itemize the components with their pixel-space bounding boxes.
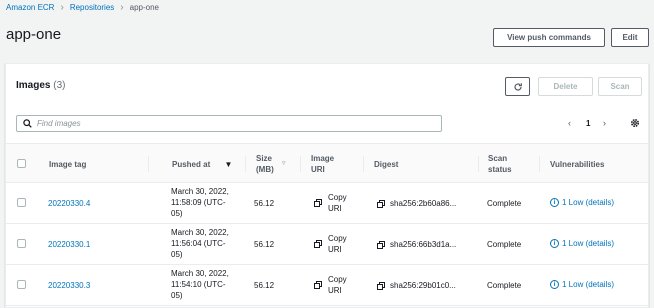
column-scan-status[interactable]: Scan status [488,153,518,175]
breadcrumb-amazon-ecr[interactable]: Amazon ECR [6,2,54,14]
images-count: (3) [53,80,66,91]
table-header: Image tag Pushed at ▼ Size (MB) ▿ Image … [6,143,648,183]
chevron-right-icon: › [120,2,124,13]
copy-uri-button[interactable]: Copy URI [314,233,354,255]
row-checkbox[interactable] [17,239,26,248]
digest[interactable]: sha256:66b3d1a... [377,239,456,250]
images-heading: Images (3) [16,80,65,91]
table-row: 20220330.1 March 30, 2022, 11:56:04 (UTC… [6,224,648,265]
edit-button[interactable]: Edit [611,28,649,47]
images-panel: Images (3) Delete Scan ‹ 1 › Image tag P… [5,63,649,308]
breadcrumb-repositories[interactable]: Repositories [70,2,114,14]
copy-uri-label: Copy URI [328,275,347,295]
column-image-uri[interactable]: Image URI [311,153,339,175]
search-icon [23,119,32,128]
copy-icon [377,199,385,208]
copy-uri-label: Copy URI [328,193,347,213]
scan-status: Complete [487,199,522,208]
image-tag-link[interactable]: 20220330.3 [48,280,90,291]
info-icon: i [550,239,559,248]
chevron-left-icon[interactable]: ‹ [568,118,571,128]
info-icon: i [550,280,559,289]
copy-icon [314,281,322,289]
pushed-at: March 30, 2022, 11:58:09 (UTC-05) [171,187,229,218]
column-digest[interactable]: Digest [374,159,398,170]
size: 56.12 [254,199,275,208]
digest-value: sha256:2b60a86... [390,199,457,208]
column-pushed-at[interactable]: Pushed at ▼ [172,159,232,170]
refresh-button[interactable] [505,77,530,96]
caret-down-icon: ▼ [224,160,233,169]
scan-button[interactable]: Scan [598,77,642,96]
vulnerabilities-label: 1 Low (details) [562,198,615,207]
vulnerabilities-link[interactable]: i 1 Low (details) [550,238,614,249]
column-vulnerabilities[interactable]: Vulnerabilities [550,159,604,170]
table-row: 20220330.3 March 30, 2022, 11:54:10 (UTC… [6,265,648,306]
copy-icon [314,199,322,207]
pushed-at: March 30, 2022, 11:56:04 (UTC-05) [171,228,229,259]
scan-status: Complete [487,281,522,290]
view-push-commands-button[interactable]: View push commands [493,28,605,47]
table-row: 20220330.4 March 30, 2022, 11:58:09 (UTC… [6,183,648,224]
copy-uri-label: Copy URI [328,234,347,254]
vulnerabilities-link[interactable]: i 1 Low (details) [550,279,614,290]
copy-uri-button[interactable]: Copy URI [314,192,354,214]
pushed-at: March 30, 2022, 11:54:10 (UTC-05) [171,269,229,300]
copy-icon [314,240,322,248]
size: 56.12 [254,281,275,290]
row-checkbox[interactable] [17,198,26,207]
copy-icon [377,240,385,249]
images-title: Images [16,80,51,91]
copy-icon [377,281,385,290]
image-tag-link[interactable]: 20220330.1 [48,239,90,250]
gear-icon[interactable] [630,118,640,128]
digest[interactable]: sha256:2b60a86... [377,198,456,209]
select-all-checkbox[interactable] [17,159,26,168]
column-size[interactable]: Size (MB) [256,153,278,175]
refresh-icon [513,82,522,91]
breadcrumb-current: app-one [129,3,159,12]
images-table: Image tag Pushed at ▼ Size (MB) ▿ Image … [6,143,648,306]
search-box[interactable] [16,115,442,132]
scan-status: Complete [487,240,522,249]
chevron-right-icon[interactable]: › [603,118,606,128]
copy-uri-button[interactable]: Copy URI [314,274,354,296]
digest-value: sha256:29b01c0... [390,281,456,290]
vulnerabilities-label: 1 Low (details) [562,239,615,248]
search-input[interactable] [37,119,417,128]
digest-value: sha256:66b3d1a... [390,240,457,249]
page-number[interactable]: 1 [586,119,590,128]
column-image-tag[interactable]: Image tag [49,159,86,170]
image-tag-link[interactable]: 20220330.4 [48,198,90,209]
size: 56.12 [254,240,275,249]
vulnerabilities-label: 1 Low (details) [562,280,615,289]
chevron-right-icon: › [60,2,64,13]
vulnerabilities-link[interactable]: i 1 Low (details) [550,197,614,208]
breadcrumb: Amazon ECR › Repositories › app-one [6,2,159,14]
delete-button[interactable]: Delete [538,77,593,96]
sort-icon: ▿ [282,160,286,167]
info-icon: i [550,198,559,207]
page-title: app-one [6,26,62,43]
digest[interactable]: sha256:29b01c0... [377,280,456,291]
row-checkbox[interactable] [17,280,26,289]
